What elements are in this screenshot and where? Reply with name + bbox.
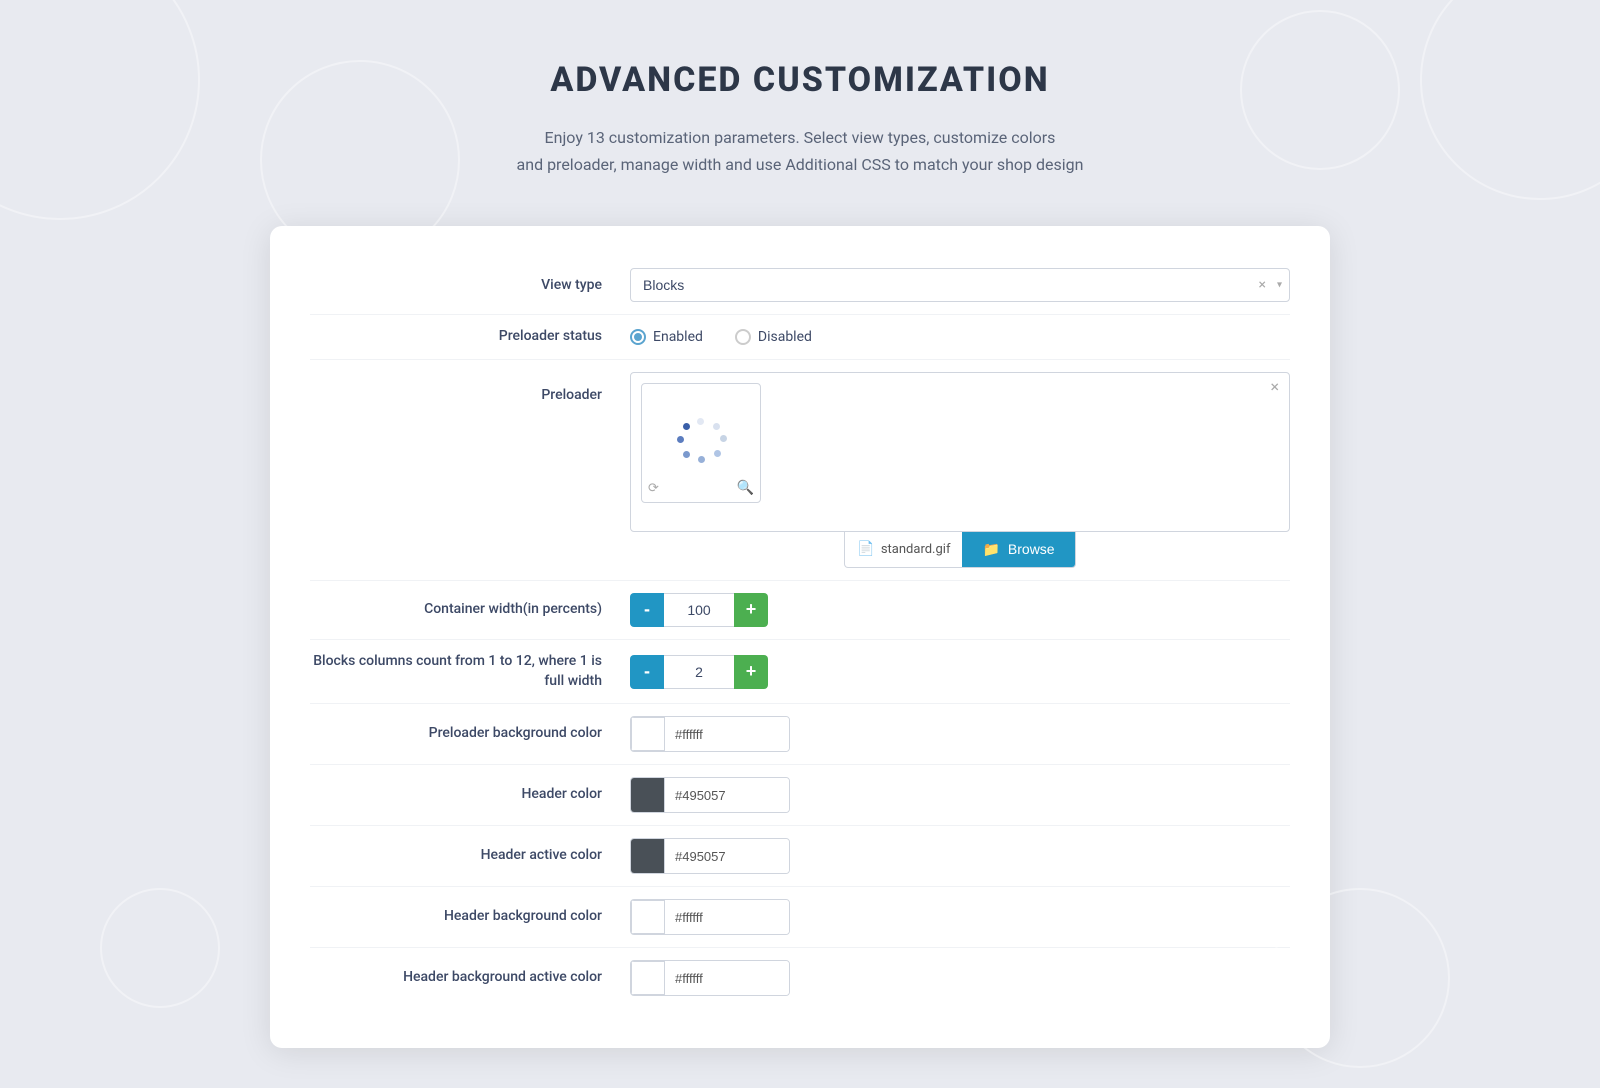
page-title: ADVANCED CUSTOMIZATION	[550, 60, 1049, 100]
header-bg-active-color-input[interactable]	[665, 961, 790, 995]
page-subtitle: Enjoy 13 customization parameters. Selec…	[517, 124, 1084, 178]
container-width-plus-btn[interactable]: +	[734, 593, 768, 627]
disabled-radio-dot	[735, 329, 751, 345]
view-type-select-wrapper: Blocks List Grid × ▾	[630, 268, 1290, 302]
header-bg-color-row: Header background color	[310, 887, 1290, 948]
header-active-color-control	[630, 838, 790, 874]
container-width-label: Container width(in percents)	[310, 600, 630, 620]
browse-label: Browse	[1008, 541, 1055, 557]
blocks-columns-control: - +	[630, 655, 768, 689]
header-bg-color-input[interactable]	[665, 900, 790, 934]
header-bg-color-control	[630, 899, 790, 935]
header-bg-active-color-control	[630, 960, 790, 996]
preloader-upload-box: × ⟳ 🔍	[630, 372, 1290, 532]
header-bg-active-color-row: Header background active color	[310, 948, 1290, 1008]
upload-icon: ⟳	[648, 481, 659, 496]
settings-card: View type Blocks List Grid × ▾ Preloader…	[270, 226, 1330, 1048]
view-type-row: View type Blocks List Grid × ▾	[310, 256, 1290, 315]
header-active-color-row: Header active color	[310, 826, 1290, 887]
preloader-close-btn[interactable]: ×	[1270, 379, 1279, 395]
header-color-row: Header color	[310, 765, 1290, 826]
blocks-columns-label: Blocks columns count from 1 to 12, where…	[310, 652, 630, 691]
preloader-status-row: Preloader status Enabled Disabled	[310, 315, 1290, 360]
preloader-bg-color-label: Preloader background color	[310, 724, 630, 744]
container-width-control: - +	[630, 593, 768, 627]
view-type-label: View type	[310, 276, 630, 296]
header-bg-color-label: Header background color	[310, 907, 630, 927]
preloader-image-thumb: ⟳ 🔍	[641, 383, 761, 503]
view-type-select[interactable]: Blocks List Grid	[630, 268, 1290, 302]
container-width-row: Container width(in percents) - +	[310, 581, 1290, 640]
filename-text: standard.gif	[881, 542, 951, 557]
blocks-columns-input[interactable]	[664, 655, 734, 689]
header-color-input[interactable]	[665, 778, 790, 812]
preloader-filename: 📄 standard.gif	[845, 533, 962, 565]
preloader-status-radio-group: Enabled Disabled	[630, 329, 812, 345]
header-active-color-input[interactable]	[665, 839, 790, 873]
disabled-radio-label[interactable]: Disabled	[735, 329, 812, 345]
header-bg-color-swatch[interactable]	[631, 900, 665, 934]
file-icon: 📄	[857, 541, 874, 557]
preloader-label: Preloader	[310, 372, 630, 406]
disabled-radio-text: Disabled	[758, 329, 812, 345]
blocks-columns-minus-btn[interactable]: -	[630, 655, 664, 689]
enabled-radio-text: Enabled	[653, 329, 703, 345]
blocks-columns-plus-btn[interactable]: +	[734, 655, 768, 689]
container-width-minus-btn[interactable]: -	[630, 593, 664, 627]
header-bg-active-color-swatch[interactable]	[631, 961, 665, 995]
preloader-bg-color-input[interactable]	[665, 717, 790, 751]
preloader-bg-color-row: Preloader background color	[310, 704, 1290, 765]
header-bg-active-color-label: Header background active color	[310, 968, 630, 988]
select-arrow-icon: ▾	[1277, 280, 1282, 291]
header-active-color-swatch[interactable]	[631, 839, 665, 873]
header-active-color-label: Header active color	[310, 846, 630, 866]
enabled-radio-label[interactable]: Enabled	[630, 329, 703, 345]
browse-folder-icon: 📁	[982, 541, 999, 558]
spinner	[676, 418, 726, 468]
zoom-icon: 🔍	[737, 480, 754, 496]
preloader-file-row: 📄 standard.gif 📁 Browse	[844, 532, 1075, 568]
preloader-row: Preloader ×	[310, 360, 1290, 581]
header-color-label: Header color	[310, 785, 630, 805]
header-color-swatch[interactable]	[631, 778, 665, 812]
enabled-radio-dot	[630, 329, 646, 345]
header-color-control	[630, 777, 790, 813]
preloader-bg-color-control	[630, 716, 790, 752]
container-width-input[interactable]	[664, 593, 734, 627]
preloader-bg-color-swatch[interactable]	[631, 717, 665, 751]
preloader-status-label: Preloader status	[310, 327, 630, 347]
select-clear-icon[interactable]: ×	[1259, 277, 1266, 293]
browse-button[interactable]: 📁 Browse	[962, 532, 1074, 567]
blocks-columns-row: Blocks columns count from 1 to 12, where…	[310, 640, 1290, 704]
